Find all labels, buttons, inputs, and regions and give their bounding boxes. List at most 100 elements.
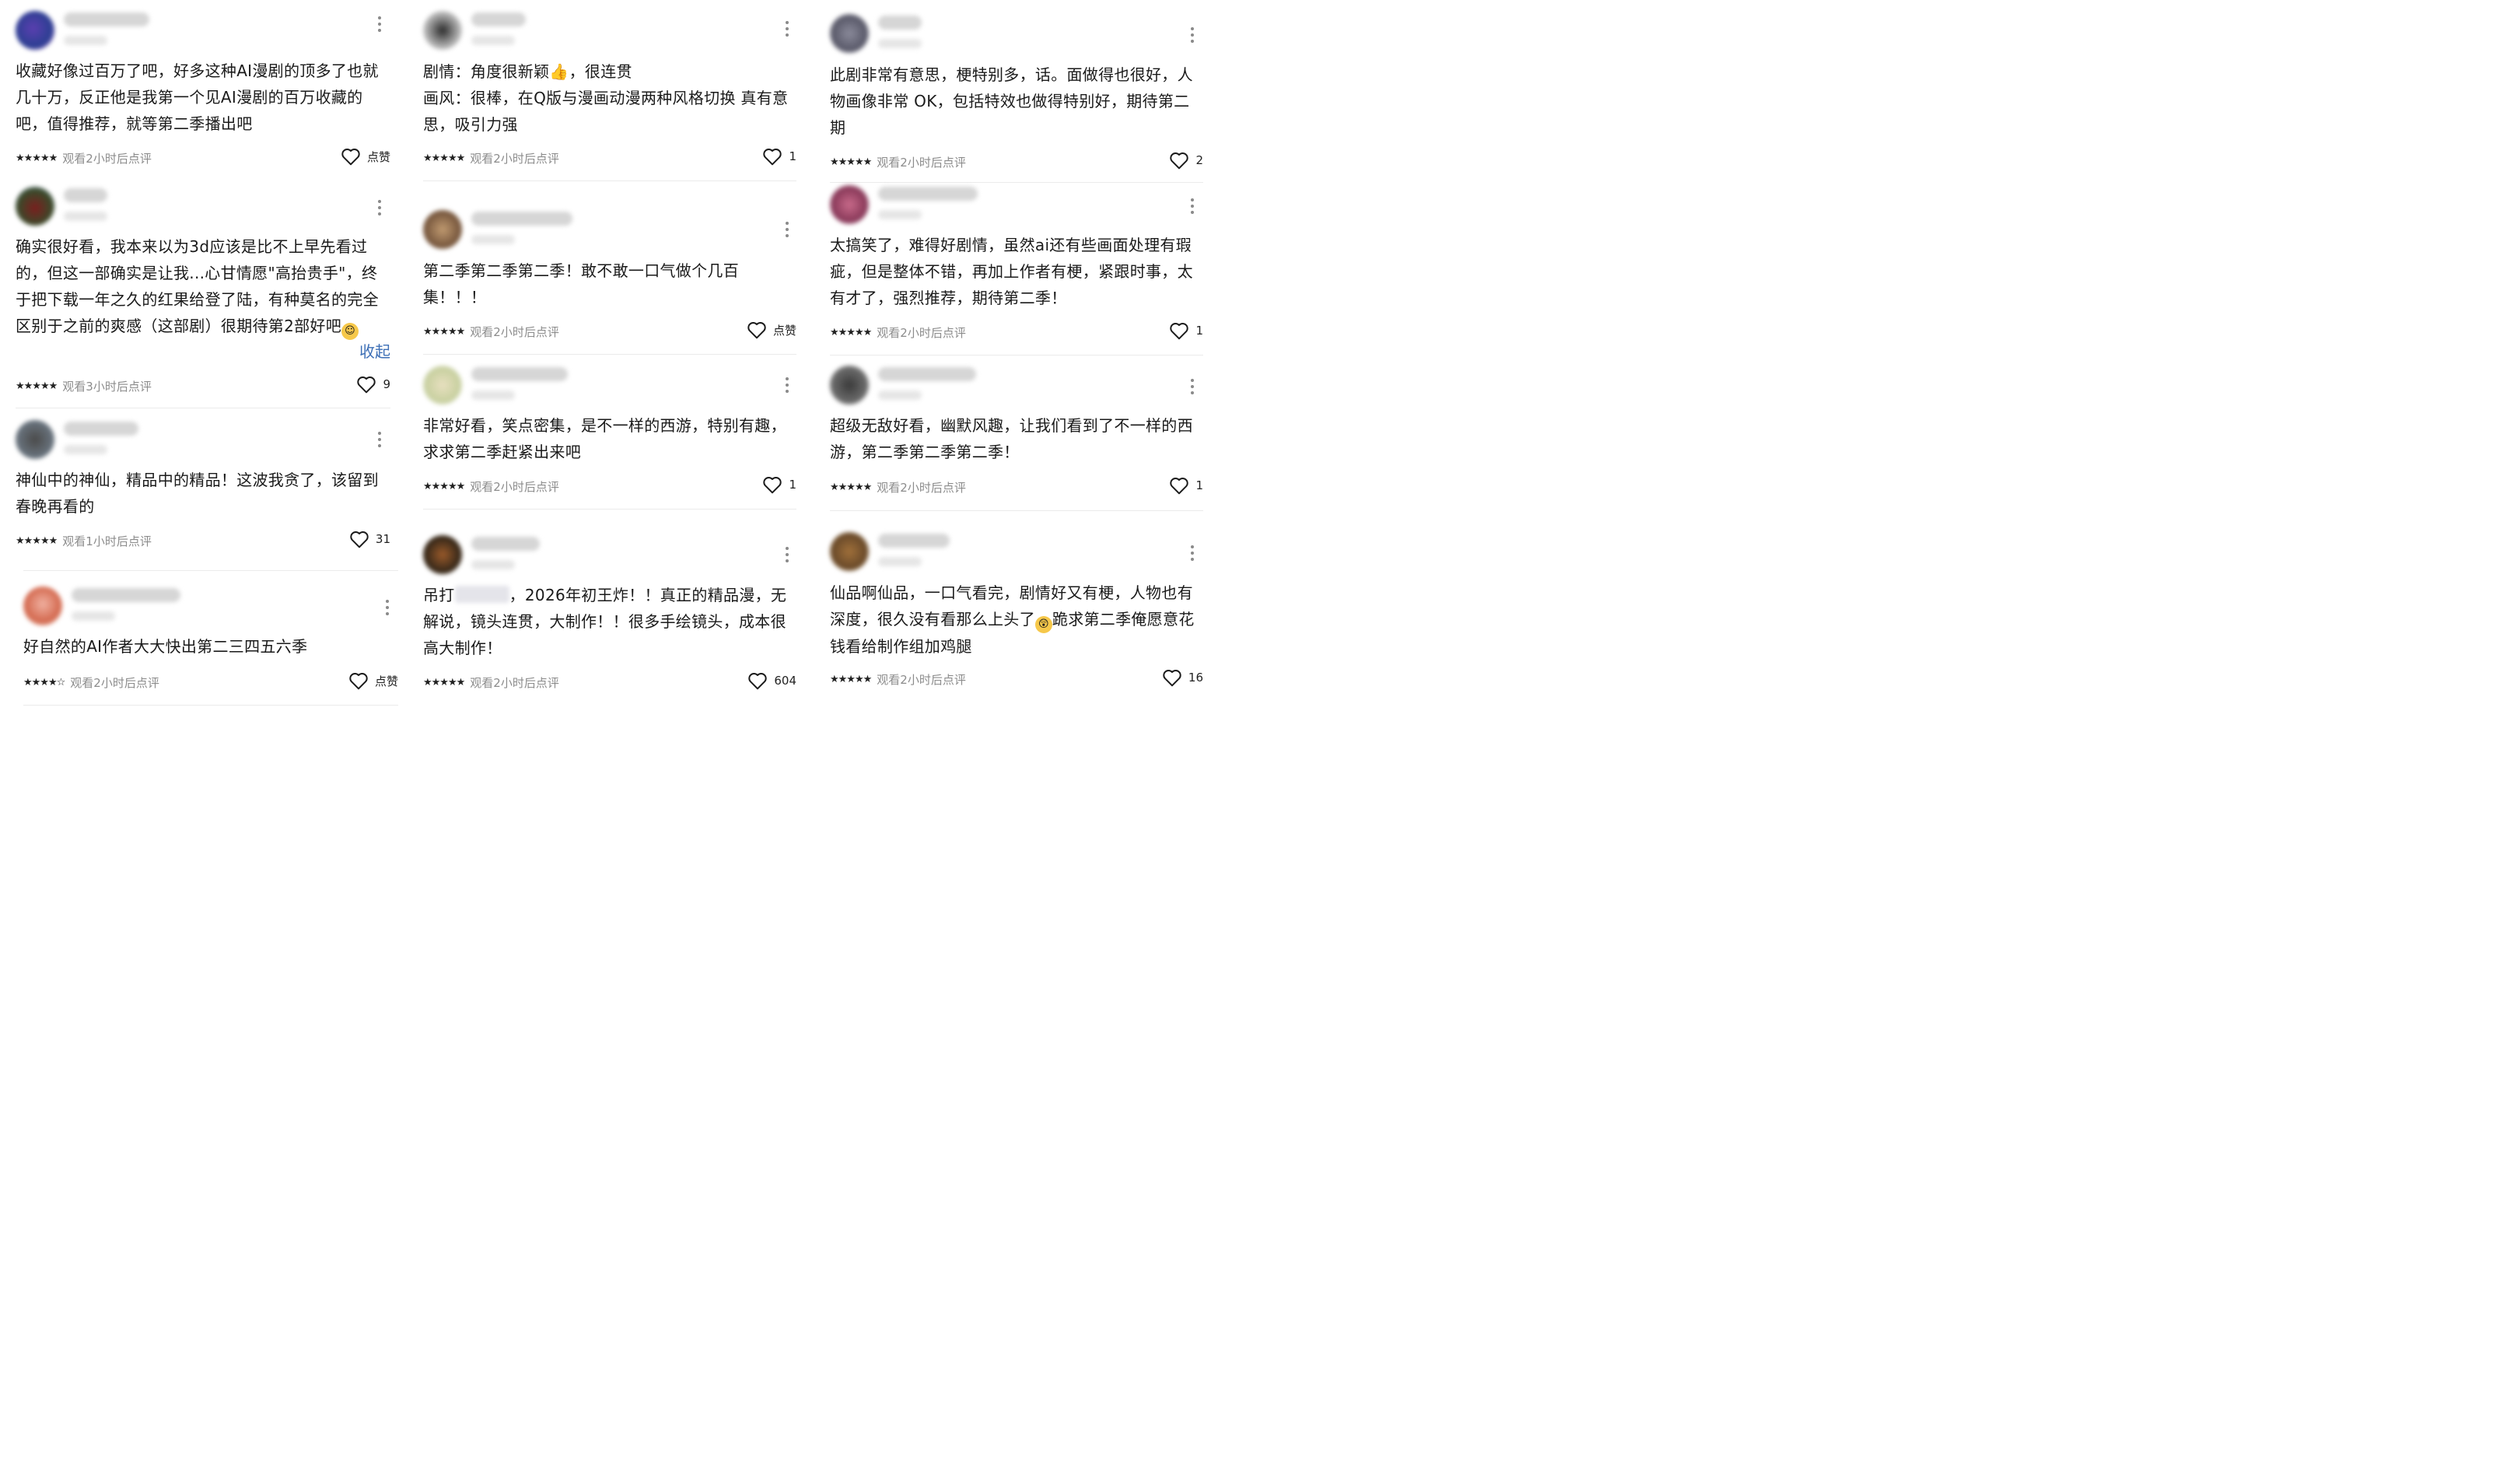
heart-icon	[748, 673, 768, 690]
more-options-icon[interactable]	[779, 16, 795, 42]
heart-icon	[350, 531, 369, 548]
username[interactable]	[64, 12, 149, 26]
avatar[interactable]	[423, 535, 462, 574]
rating-stars: ★★★★★	[423, 326, 465, 338]
avatar[interactable]	[423, 210, 462, 249]
divider	[23, 705, 398, 706]
avatar[interactable]	[16, 187, 54, 226]
review-card: 确实很好看，我本来以为3d应该是比不上早先看过的，但这一部确实是让我...心甘情…	[16, 184, 390, 408]
username[interactable]	[878, 367, 976, 381]
like-button[interactable]: 1	[1169, 476, 1203, 495]
avatar[interactable]	[830, 185, 869, 224]
rating-stars: ★★★★☆	[23, 677, 65, 688]
review-text: 超级无敌好看，幽默风趣，让我们看到了不一样的西游，第二季第二季第二季！	[830, 416, 1193, 461]
username[interactable]	[878, 16, 922, 30]
like-button[interactable]: 2	[1169, 151, 1203, 170]
like-button[interactable]: 点赞	[348, 671, 398, 690]
avatar[interactable]	[830, 14, 869, 53]
username[interactable]	[64, 188, 107, 202]
review-card: 非常好看，笑点密集，是不一样的西游，特别有趣，求求第二季赶紧出来吧 ★★★★★ 观…	[423, 362, 796, 503]
avatar[interactable]	[23, 587, 62, 625]
watch-duration: 观看2小时后点评	[470, 152, 559, 166]
watch-duration: 观看2小时后点评	[877, 481, 966, 495]
user-subtitle	[471, 560, 515, 569]
review-card: 此剧非常有意思，梗特别多，话。面做得也很好，人物画像非常 OK，包括特效也做得特…	[830, 11, 1203, 176]
review-text: 收藏好像过百万了吧，好多这种AI漫剧的顶多了也就几十万，反正他是我第一个见AI漫…	[16, 61, 379, 133]
heart-icon	[357, 377, 376, 394]
review-text: 好自然的AI作者大大快出第二三四五六季	[23, 637, 308, 656]
avatar[interactable]	[830, 532, 869, 571]
like-count: 9	[383, 377, 390, 391]
watch-duration: 观看2小时后点评	[470, 480, 559, 494]
more-options-icon[interactable]	[372, 426, 387, 453]
more-options-icon[interactable]	[779, 216, 795, 243]
like-count: 1	[789, 478, 796, 492]
like-button[interactable]: 604	[747, 671, 796, 690]
like-button[interactable]: 点赞	[341, 147, 390, 166]
like-button[interactable]: 1	[762, 147, 796, 166]
more-options-icon[interactable]	[372, 11, 387, 37]
rating-stars: ★★★★★	[830, 482, 872, 493]
divider	[23, 570, 398, 571]
review-text: 第二季第二季第二季！敢不敢一口气做个几百集！！！	[423, 261, 739, 306]
like-button[interactable]: 16	[1162, 668, 1203, 687]
avatar[interactable]	[16, 420, 54, 459]
review-card: 仙品啊仙品，一口气看完，剧情好又有梗，人物也有深度，很久没有看那么上头了 😲 跪求第…	[830, 529, 1203, 692]
like-count: 2	[1195, 153, 1203, 167]
like-button[interactable]: 1	[1169, 321, 1203, 340]
like-button[interactable]: 9	[356, 375, 390, 394]
more-options-icon[interactable]	[1185, 22, 1200, 48]
avatar[interactable]	[16, 11, 54, 50]
more-options-icon[interactable]	[372, 194, 387, 221]
username[interactable]	[64, 422, 138, 436]
review-text: 确实很好看，我本来以为3d应该是比不上早先看过的，但这一部确实是让我...心甘情…	[16, 233, 390, 340]
review-card: 太搞笑了，难得好剧情，虽然ai还有些画面处理有瑕疵，但是整体不错，再加上作者有梗…	[830, 182, 1203, 347]
rating-stars: ★★★★★	[16, 535, 58, 547]
more-options-icon[interactable]	[1185, 540, 1200, 566]
like-button[interactable]: 31	[349, 530, 390, 548]
username[interactable]	[72, 588, 180, 602]
avatar[interactable]	[423, 366, 462, 405]
more-options-icon[interactable]	[1185, 373, 1200, 400]
more-options-icon[interactable]	[1185, 193, 1200, 219]
user-subtitle	[64, 445, 107, 454]
avatar[interactable]	[423, 11, 462, 50]
watch-duration: 观看2小时后点评	[877, 156, 966, 170]
rating-stars: ★★★★★	[423, 152, 465, 164]
like-count: 604	[774, 674, 796, 688]
review-text: 剧情：角度很新颖👍，很连贯 画风：很棒，在Q版与漫画动漫两种风格切换 真有意思，…	[423, 62, 789, 134]
user-subtitle	[878, 210, 922, 219]
heart-icon	[763, 149, 782, 166]
user-subtitle	[471, 235, 515, 244]
username[interactable]	[471, 12, 526, 26]
rating-stars: ★★★★★	[830, 156, 872, 168]
review-text: 此剧非常有意思，梗特别多，话。面做得也很好，人物画像非常 OK，包括特效也做得特…	[830, 65, 1193, 137]
username[interactable]	[471, 367, 568, 381]
review-card: 好自然的AI作者大大快出第二三四五六季 ★★★★☆ 观看2小时后点评 点赞	[23, 583, 398, 700]
username[interactable]	[878, 187, 978, 201]
like-count: 点赞	[366, 149, 390, 164]
username[interactable]	[878, 534, 950, 548]
more-options-icon[interactable]	[380, 594, 395, 621]
username[interactable]	[471, 212, 572, 226]
watch-duration: 观看2小时后点评	[877, 326, 966, 340]
user-subtitle	[878, 391, 922, 400]
rating-stars: ★★★★★	[16, 380, 58, 392]
rating-stars: ★★★★★	[830, 327, 872, 338]
divider	[423, 509, 796, 510]
review-text: 太搞笑了，难得好剧情，虽然ai还有些画面处理有瑕疵，但是整体不错，再加上作者有梗…	[830, 236, 1193, 307]
more-options-icon[interactable]	[779, 541, 795, 568]
rating-stars: ★★★★★	[830, 674, 872, 685]
like-button[interactable]: 1	[762, 475, 796, 494]
surprised-emoji-icon: 😲	[1034, 616, 1052, 633]
avatar[interactable]	[830, 366, 869, 405]
heart-icon	[1170, 323, 1189, 340]
heart-icon	[1170, 478, 1189, 495]
watch-duration: 观看2小时后点评	[877, 673, 966, 687]
collapse-link[interactable]: 收起	[359, 339, 390, 362]
user-subtitle	[878, 39, 922, 48]
like-button[interactable]: 点赞	[747, 320, 796, 339]
more-options-icon[interactable]	[779, 372, 795, 398]
divider	[423, 180, 796, 181]
username[interactable]	[471, 537, 540, 551]
